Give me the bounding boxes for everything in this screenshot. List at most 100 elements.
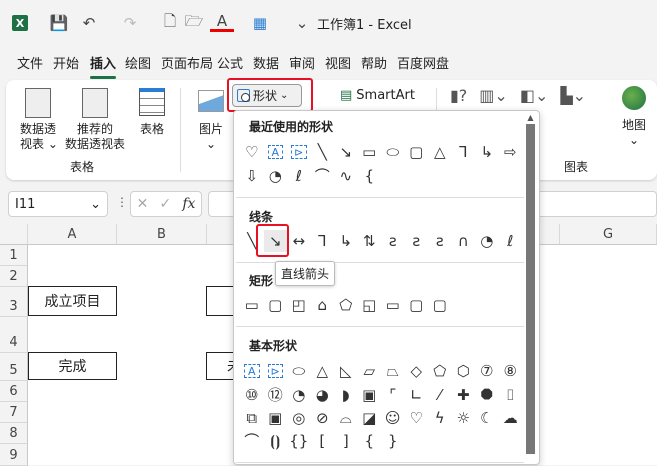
tab-2[interactable]: 插入	[90, 53, 117, 79]
shape-item[interactable]: ⑦	[475, 360, 499, 382]
shape-item[interactable]: ⊳	[264, 360, 288, 382]
row-header-9[interactable]: 9	[0, 444, 28, 466]
hierarchy-chart-icon[interactable]: ◧⌄	[520, 86, 549, 105]
scrollbar[interactable]: ▲	[524, 113, 537, 463]
shape-item[interactable]: ◎	[287, 407, 311, 429]
shape-item[interactable]: ▢	[405, 141, 429, 163]
scroll-up-icon[interactable]: ▲	[524, 113, 537, 122]
shape-item[interactable]: ⦗⦘	[264, 430, 288, 452]
tab-7[interactable]: 审阅	[289, 53, 315, 72]
row-header-3[interactable]: 3	[0, 287, 28, 317]
shape-item[interactable]: {	[358, 165, 382, 187]
shape-item[interactable]: ▭	[358, 141, 382, 163]
shape-item[interactable]: ⑩	[240, 384, 264, 406]
shape-item[interactable]: ◱	[358, 294, 382, 316]
shape-item[interactable]: {}	[287, 430, 311, 452]
waterfall-chart-icon[interactable]: ▙⌄	[560, 86, 586, 105]
shape-item[interactable]: ▱	[358, 360, 382, 382]
save-icon[interactable]: 💾	[47, 12, 71, 34]
shape-item[interactable]: ⌓	[334, 407, 358, 429]
font-color-icon[interactable]: A	[210, 12, 234, 32]
shape-item[interactable]: ⇨	[499, 141, 523, 163]
cell-a5-box[interactable]: 完成	[28, 352, 117, 380]
shape-item[interactable]: ♡	[405, 407, 429, 429]
more-icon[interactable]: ⋮	[116, 195, 128, 209]
new-file-icon[interactable]: 🗋	[158, 12, 182, 34]
row-header-5[interactable]: 5	[0, 353, 28, 381]
shape-item[interactable]: ⌂	[311, 294, 335, 316]
shape-item[interactable]: {	[358, 430, 382, 452]
shape-item[interactable]: [	[311, 430, 335, 452]
select-all-corner[interactable]	[0, 224, 28, 245]
shape-item[interactable]: ⧉	[240, 407, 264, 429]
shape-item[interactable]: ⅂	[452, 141, 476, 163]
tab-8[interactable]: 视图	[325, 53, 351, 72]
row-header-2[interactable]: 2	[0, 266, 28, 287]
tab-9[interactable]: 帮助	[361, 53, 387, 72]
shape-item[interactable]: ▣	[264, 407, 288, 429]
pivot-table-button[interactable]: 数据透 视表 ⌄	[20, 88, 58, 152]
recommended-charts-icon[interactable]: ▮?	[450, 86, 467, 105]
shape-item[interactable]: ☁	[499, 407, 523, 429]
shape-item[interactable]: ▢	[428, 294, 452, 316]
shape-item[interactable]: ℓ	[499, 230, 523, 252]
shape-item[interactable]: }	[381, 430, 405, 452]
shape-item[interactable]: ⌒	[311, 165, 335, 187]
shape-item[interactable]: ⌜	[381, 384, 405, 406]
tab-6[interactable]: 数据	[253, 53, 279, 72]
shape-item[interactable]: ↳	[334, 230, 358, 252]
tab-0[interactable]: 文件	[17, 53, 43, 72]
shape-item[interactable]: ⁄	[428, 384, 452, 406]
shape-item[interactable]: ◺	[334, 360, 358, 382]
shape-item[interactable]: ]	[334, 430, 358, 452]
undo-icon[interactable]: ↶	[77, 12, 101, 34]
shape-item[interactable]: ⏢	[381, 360, 405, 382]
shape-item[interactable]: ▣	[358, 384, 382, 406]
shape-item[interactable]: A	[264, 141, 288, 163]
shape-item[interactable]: ▭	[381, 294, 405, 316]
shape-item[interactable]: ∟	[405, 384, 429, 406]
tab-10[interactable]: 百度网盘	[397, 53, 449, 72]
shape-item[interactable]: ◇	[405, 360, 429, 382]
shape-item[interactable]: ▢	[264, 294, 288, 316]
picture-button[interactable]: 图片 ⌄	[194, 90, 228, 152]
shape-item[interactable]: △	[311, 360, 335, 382]
shape-item[interactable]: ◕	[311, 384, 335, 406]
shape-item[interactable]: ⅂	[311, 230, 335, 252]
shape-item[interactable]: ☼	[452, 407, 476, 429]
shape-item[interactable]: ☾	[475, 407, 499, 429]
redo-icon[interactable]: ↷	[118, 12, 142, 34]
name-box[interactable]: I11 ⌄	[8, 191, 108, 217]
tab-1[interactable]: 开始	[53, 53, 79, 72]
shape-item[interactable]: ◰	[287, 294, 311, 316]
smartart-button[interactable]: ▤ SmartArt	[340, 88, 415, 103]
shape-item[interactable]: ⑫	[264, 384, 288, 406]
shape-item[interactable]: ✚	[452, 384, 476, 406]
column-chart-icon[interactable]: ▥⌄	[479, 86, 508, 105]
shape-item[interactable]: ⑧	[499, 360, 523, 382]
tab-5[interactable]: 公式	[217, 53, 243, 72]
shape-item[interactable]: ♡	[240, 141, 264, 163]
shape-item[interactable]: ◔	[264, 165, 288, 187]
shape-item[interactable]: ↘	[263, 230, 287, 252]
borders-icon[interactable]: ▦	[248, 12, 272, 34]
shape-item[interactable]: ╲	[311, 141, 335, 163]
column-header-b[interactable]: B	[117, 224, 207, 245]
shape-item[interactable]: ⊳	[287, 141, 311, 163]
shape-item[interactable]: ↳	[475, 141, 499, 163]
recommended-pivot-button[interactable]: 推荐的 数据透视表	[62, 88, 128, 152]
shape-item[interactable]: ƨ	[405, 230, 429, 252]
shape-item[interactable]: ↘	[334, 141, 358, 163]
table-button[interactable]: 表格	[134, 88, 170, 137]
column-header-g[interactable]: G	[560, 224, 657, 245]
shape-item[interactable]: ⬭	[381, 141, 405, 163]
shape-item[interactable]: ▢	[405, 294, 429, 316]
shape-item[interactable]: ⬠	[334, 294, 358, 316]
customize-icon[interactable]: ⌄	[290, 12, 314, 34]
shape-item[interactable]: ℓ	[287, 165, 311, 187]
shape-item[interactable]: ⯃	[475, 384, 499, 406]
shape-item[interactable]: ∿	[334, 165, 358, 187]
shape-item[interactable]: ϟ	[428, 407, 452, 429]
shape-item[interactable]: ▭	[240, 294, 264, 316]
shape-item[interactable]: ⌷	[499, 384, 523, 406]
